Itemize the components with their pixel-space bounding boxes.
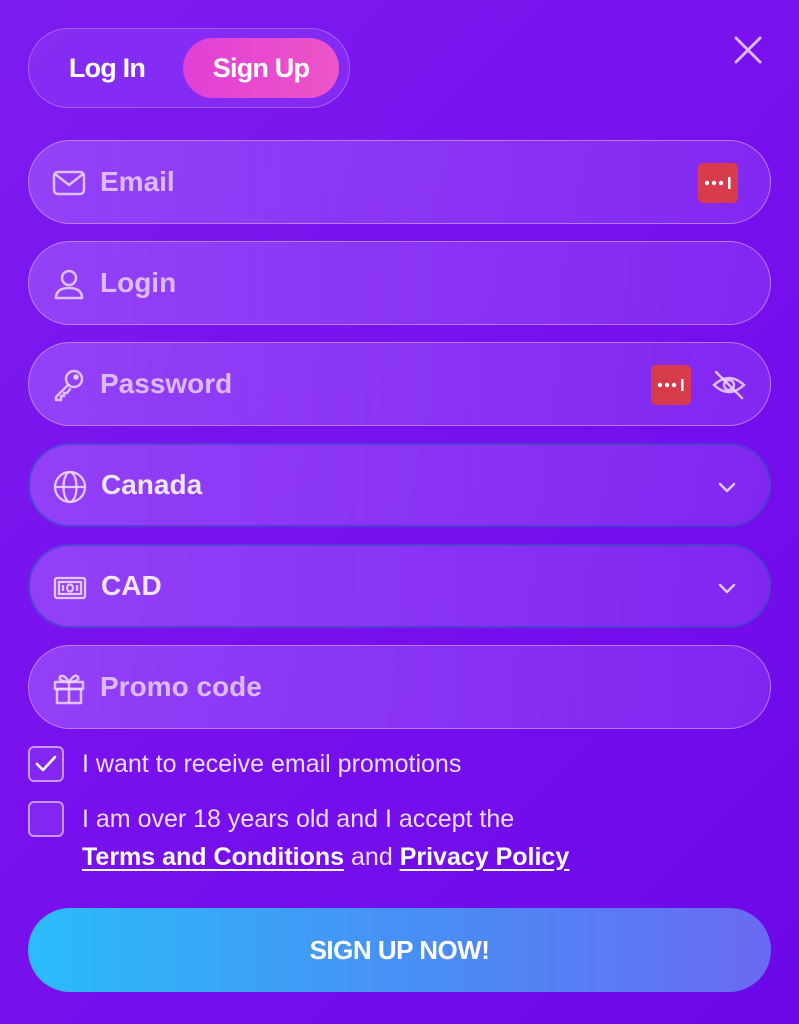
age-terms-checkbox[interactable]: [28, 801, 64, 837]
mail-icon: [51, 165, 87, 201]
privacy-link[interactable]: Privacy Policy: [400, 843, 570, 871]
email-placeholder: Email: [100, 166, 175, 197]
key-icon: [51, 367, 87, 403]
terms-link[interactable]: Terms and Conditions: [82, 843, 344, 871]
currency-select[interactable]: CAD: [28, 544, 771, 628]
gift-icon: [51, 670, 87, 706]
password-manager-icon[interactable]: [651, 365, 691, 405]
chevron-down-icon: [715, 576, 739, 600]
login-field[interactable]: Login: [28, 241, 771, 325]
email-promotions-checkbox[interactable]: [28, 746, 64, 782]
email-promotions-label: I want to receive email promotions: [82, 750, 462, 778]
tab-login[interactable]: Log In: [37, 38, 177, 98]
password-manager-icon[interactable]: [698, 163, 738, 203]
email-field[interactable]: Email: [28, 140, 771, 224]
age-terms-text: I am over 18 years old and I accept the: [82, 805, 515, 833]
auth-tabs: Log In Sign Up: [28, 28, 350, 108]
age-terms-label: I am over 18 years old and I accept the …: [82, 800, 569, 876]
tab-signup[interactable]: Sign Up: [183, 38, 339, 98]
eye-off-icon[interactable]: [711, 367, 747, 403]
country-value: Canada: [101, 469, 203, 500]
globe-icon: [52, 469, 88, 505]
banknote-icon: [52, 570, 88, 606]
password-field[interactable]: Password: [28, 342, 771, 426]
checkmark-icon: [35, 755, 57, 772]
user-icon: [51, 266, 87, 302]
login-placeholder: Login: [100, 267, 177, 298]
password-placeholder: Password: [100, 368, 233, 399]
chevron-down-icon: [715, 475, 739, 499]
promo-placeholder: Promo code: [100, 671, 262, 702]
sign-up-button[interactable]: SIGN UP NOW!: [28, 908, 771, 992]
currency-value: CAD: [101, 570, 162, 601]
and-text: and: [351, 843, 393, 871]
promo-code-field[interactable]: Promo code: [28, 645, 771, 729]
country-select[interactable]: Canada: [28, 443, 771, 527]
close-icon[interactable]: [730, 32, 766, 68]
